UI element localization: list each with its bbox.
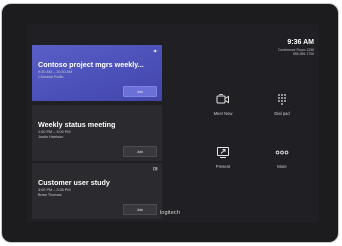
meeting-organizer: Brian Thomas [38, 192, 62, 197]
meet-now-label: Meet Now [213, 111, 233, 116]
dial-pad-label: Dial pad [274, 111, 290, 116]
meeting-card-weekly-status[interactable]: Weekly status meeting 1:00 PM – 3:00 PM … [32, 105, 162, 161]
join-button[interactable]: Join [123, 146, 157, 157]
meeting-title: Weekly status meeting [38, 121, 116, 129]
dial-pad-icon [278, 94, 286, 105]
meeting-organizer: Justin Harrison [38, 134, 64, 139]
meeting-title: Contoso project mgrs weekly... [38, 61, 144, 69]
clock: 9:36 AM [287, 39, 314, 46]
more-dots-icon [275, 150, 289, 155]
more-label: More [277, 164, 287, 169]
meeting-title: Customer user study [38, 179, 110, 187]
video-camera-icon [216, 94, 229, 104]
device-bezel: Contoso project mgrs weekly... 9:30 AM –… [2, 4, 338, 242]
more-button[interactable]: More [262, 146, 302, 169]
meeting-organizer: Christina Rollin [38, 74, 64, 79]
join-button[interactable]: Join [123, 86, 157, 97]
meeting-card-contoso[interactable]: Contoso project mgrs weekly... 9:30 AM –… [32, 45, 162, 101]
dial-pad-button[interactable]: Dial pad [262, 93, 302, 116]
present-label: Present [215, 164, 231, 169]
present-screen-icon [217, 147, 229, 158]
share-icon [153, 167, 158, 171]
room-phone: 555-555-1706 [292, 52, 314, 56]
speaker-icon [153, 49, 158, 53]
logitech-logo: logitech [159, 210, 181, 216]
meet-now-button[interactable]: Meet Now [203, 93, 243, 116]
teams-room-screen: Contoso project mgrs weekly... 9:30 AM –… [27, 24, 319, 222]
present-button[interactable]: Present [203, 146, 243, 169]
